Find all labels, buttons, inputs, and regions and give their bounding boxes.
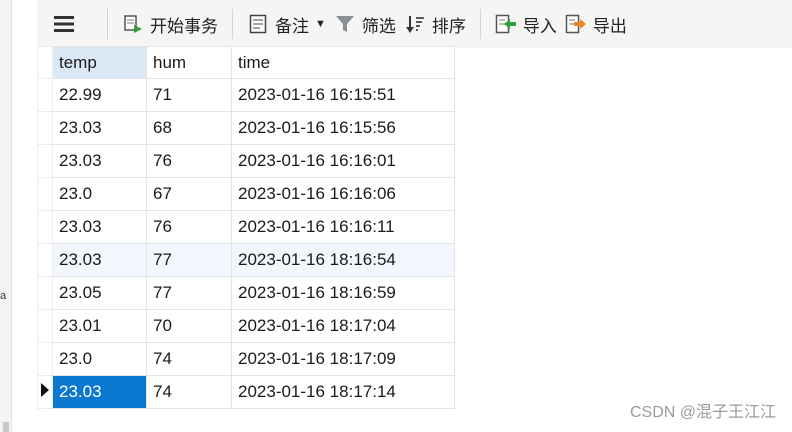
notes-icon (247, 13, 269, 35)
row-indicator[interactable] (37, 243, 53, 277)
table-row[interactable]: 22.99 71 2023-01-16 16:15:51 (37, 78, 455, 112)
import-icon (495, 13, 517, 35)
column-header-hum[interactable]: hum (146, 46, 232, 79)
toolbar-separator (232, 9, 233, 39)
current-row-indicator[interactable] (37, 375, 53, 409)
header-row: temp hum time (37, 46, 455, 79)
menu-button[interactable] (37, 7, 97, 41)
filter-label: 筛选 (361, 16, 396, 36)
notes-label: 备注 (275, 16, 309, 36)
sort-icon (404, 13, 426, 35)
filter-icon (334, 13, 356, 35)
row-indicator-header (37, 46, 53, 79)
table-row[interactable]: 23.0 67 2023-01-16 16:16:06 (37, 177, 455, 211)
export-icon (565, 13, 587, 35)
cell-hum[interactable]: 70 (146, 309, 232, 343)
row-indicator[interactable] (37, 78, 53, 112)
table-row[interactable]: 23.0 74 2023-01-16 18:17:09 (37, 342, 455, 376)
cell-temp[interactable]: 22.99 (52, 78, 147, 112)
sort-button[interactable]: 排序 (400, 7, 470, 41)
column-header-time[interactable]: time (231, 46, 455, 79)
begin-transaction-button[interactable]: 开始事务 (118, 7, 222, 41)
table-row[interactable]: 23.03 68 2023-01-16 16:15:56 (37, 111, 455, 145)
left-panel-scroll-mark (3, 422, 9, 432)
left-panel-edge: a (0, 0, 12, 432)
cell-time[interactable]: 2023-01-16 18:16:54 (231, 243, 455, 277)
cell-temp[interactable]: 23.03 (52, 111, 147, 145)
cell-time[interactable]: 2023-01-16 16:16:01 (231, 144, 455, 178)
data-grid: temp hum time 22.99 71 2023-01-16 16:15:… (37, 46, 455, 409)
toolbar-separator (107, 9, 108, 39)
cell-time[interactable]: 2023-01-16 18:17:04 (231, 309, 455, 343)
row-indicator[interactable] (37, 309, 53, 343)
begin-transaction-icon (122, 13, 144, 35)
cell-hum[interactable]: 77 (146, 276, 232, 310)
cell-hum[interactable]: 76 (146, 144, 232, 178)
cell-temp-selected[interactable]: 23.03 (52, 375, 147, 409)
cell-temp[interactable]: 23.01 (52, 309, 147, 343)
cell-temp[interactable]: 23.03 (52, 144, 147, 178)
import-button[interactable]: 导入 (491, 7, 561, 41)
table-row[interactable]: 23.01 70 2023-01-16 18:17:04 (37, 309, 455, 343)
cell-temp[interactable]: 23.03 (52, 210, 147, 244)
cell-hum[interactable]: 68 (146, 111, 232, 145)
cell-temp[interactable]: 23.05 (52, 276, 147, 310)
current-row-arrow-icon (41, 383, 49, 397)
chevron-down-icon[interactable]: ▼ (315, 18, 326, 30)
cell-temp[interactable]: 23.0 (52, 342, 147, 376)
left-panel-fragment: a (0, 290, 7, 302)
row-indicator[interactable] (37, 210, 53, 244)
cell-hum[interactable]: 74 (146, 375, 232, 409)
sort-label: 排序 (431, 16, 466, 36)
row-indicator[interactable] (37, 342, 53, 376)
table-row[interactable]: 23.03 76 2023-01-16 16:16:01 (37, 144, 455, 178)
cell-hum[interactable]: 67 (146, 177, 232, 211)
notes-button[interactable]: 备注 ▼ (243, 7, 330, 41)
watermark: CSDN @混子王江江 (629, 404, 776, 421)
row-indicator[interactable] (37, 177, 53, 211)
export-label: 导出 (592, 16, 627, 36)
cell-time[interactable]: 2023-01-16 16:15:51 (231, 78, 455, 112)
import-label: 导入 (522, 16, 557, 36)
cell-time[interactable]: 2023-01-16 18:17:14 (231, 375, 455, 409)
cell-temp[interactable]: 23.0 (52, 177, 147, 211)
column-header-temp[interactable]: temp (52, 46, 147, 79)
table-row[interactable]: 23.03 77 2023-01-16 18:16:54 (37, 243, 455, 277)
toolbar-separator (479, 9, 481, 39)
filter-button[interactable]: 筛选 (330, 7, 400, 41)
cell-time[interactable]: 2023-01-16 18:17:09 (231, 342, 455, 376)
cell-time[interactable]: 2023-01-16 18:16:59 (231, 276, 455, 310)
row-indicator[interactable] (37, 144, 53, 178)
table-row-current[interactable]: 23.03 74 2023-01-16 18:17:14 (37, 375, 455, 409)
cell-hum[interactable]: 76 (146, 210, 232, 244)
cell-time[interactable]: 2023-01-16 16:16:11 (231, 210, 455, 244)
toolbar: 开始事务 备注 ▼ 筛选 排序 导入 导出 (37, 0, 792, 48)
cell-hum[interactable]: 77 (146, 243, 232, 277)
cell-temp[interactable]: 23.03 (52, 243, 147, 277)
row-indicator[interactable] (37, 111, 53, 145)
table-row[interactable]: 23.05 77 2023-01-16 18:16:59 (37, 276, 455, 310)
begin-transaction-label: 开始事务 (150, 16, 218, 36)
cell-time[interactable]: 2023-01-16 16:16:06 (231, 177, 455, 211)
cell-time[interactable]: 2023-01-16 16:15:56 (231, 111, 455, 145)
cell-hum[interactable]: 71 (146, 78, 232, 112)
table-row[interactable]: 23.03 76 2023-01-16 16:16:11 (37, 210, 455, 244)
export-button[interactable]: 导出 (561, 7, 631, 41)
row-indicator[interactable] (37, 276, 53, 310)
cell-hum[interactable]: 74 (146, 342, 232, 376)
hamburger-menu-icon (53, 13, 75, 35)
